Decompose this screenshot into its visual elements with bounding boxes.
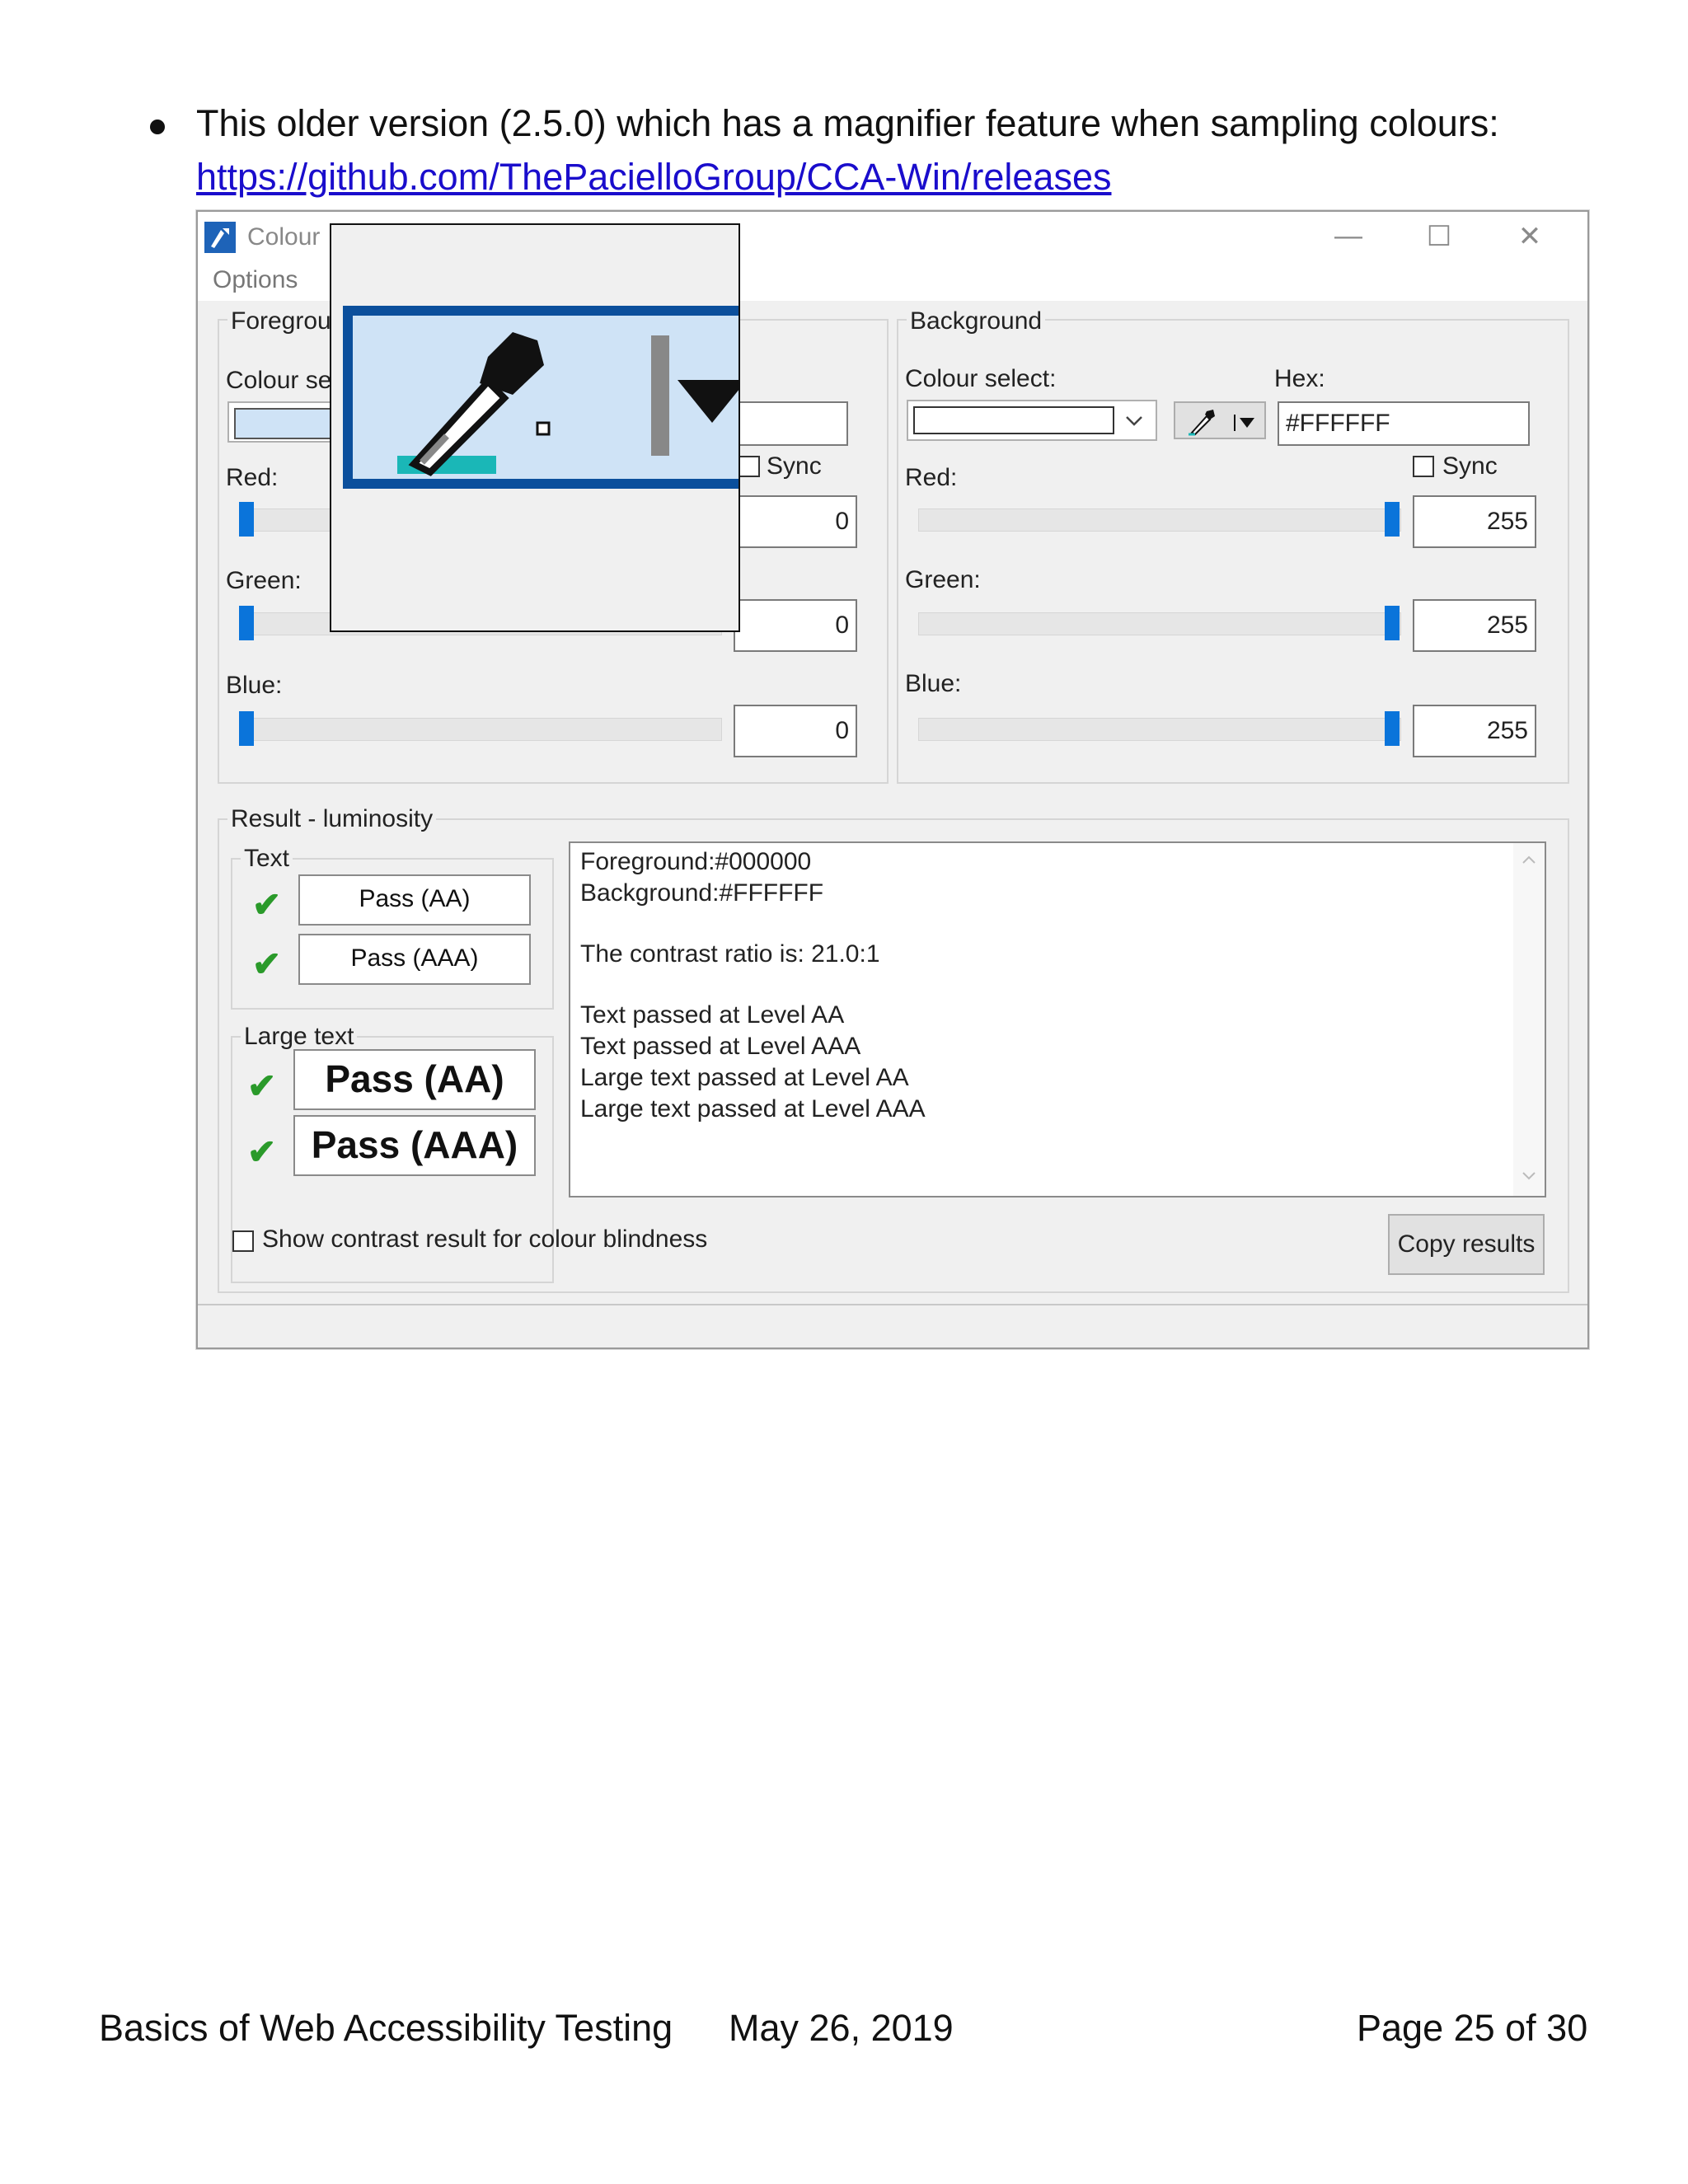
app-icon [204,222,236,253]
bg-red-input[interactable]: 255 [1413,495,1536,548]
background-group-title: Background [907,307,1046,335]
magnified-dropdown-arrow-icon [678,380,738,423]
foreground-group-title: Foregrou [227,307,335,335]
magnified-divider [651,335,669,456]
scroll-down-icon[interactable] [1522,1171,1536,1181]
bg-sync-label: Sync [1442,452,1498,480]
footer-title: Basics of Web Accessibility Testing [99,2007,673,2049]
fg-sync-checkbox[interactable] [738,456,760,477]
fg-red-slider-thumb[interactable] [239,502,254,537]
bg-blue-slider-track[interactable] [918,718,1401,741]
menu-options[interactable]: Options [213,266,298,294]
bullet-dot [150,120,165,134]
large-aaa-check-icon: ✔ [247,1132,277,1171]
window-bottom-edge [198,1304,1587,1347]
bg-colour-swatch [913,406,1114,434]
large-pass-aaa-box: Pass (AAA) [293,1115,536,1176]
copy-results-button[interactable]: Copy results [1388,1214,1545,1275]
releases-link[interactable]: https://github.com/ThePacielloGroup/CCA-… [196,154,1111,200]
fg-sync-label: Sync [767,452,822,480]
footer-date: May 26, 2019 [729,2007,954,2049]
fg-blue-input[interactable]: 0 [734,705,857,757]
bg-colour-select[interactable] [907,400,1157,441]
app-screenshot: Colour — ☐ ✕ Options Foregrou Colour se … [196,210,1589,1349]
fg-hex-input[interactable] [738,401,848,446]
fg-green-slider-thumb[interactable] [239,606,254,640]
scroll-up-icon[interactable] [1522,855,1536,865]
large-text-result-group-title: Large text [241,1023,358,1051]
footer-page-number: Page 25 of 30 [1357,2007,1588,2049]
result-textarea[interactable]: Foreground:#000000 Background:#FFFFFF Th… [569,841,1546,1197]
result-line-foreground: Foreground:#000000 [580,848,812,875]
bg-hex-label: Hex: [1274,365,1325,392]
magnified-eyedropper-icon [397,332,551,476]
bg-red-label: Red: [905,464,958,491]
fg-green-input[interactable]: 0 [734,599,857,652]
eyedropper-icon [1189,410,1215,436]
bg-sync-checkbox[interactable] [1413,456,1434,477]
magnifier-overlay [330,223,740,632]
fg-red-label: Red: [226,464,279,491]
bg-blue-input[interactable]: 255 [1413,705,1536,757]
large-pass-aa-box: Pass (AA) [293,1049,536,1110]
result-line-large-aa: Large text passed at Level AA [580,1064,909,1091]
text-aaa-check-icon: ✔ [252,944,282,983]
text-pass-aa-box: Pass (AA) [298,874,531,926]
fg-blue-slider-track[interactable] [239,718,722,741]
colour-blindness-label: Show contrast result for colour blindnes… [262,1226,708,1253]
fg-colour-select-label: Colour se [226,367,332,394]
fg-green-label: Green: [226,567,302,594]
bg-blue-slider-thumb[interactable] [1385,711,1400,746]
fg-red-input[interactable]: 0 [734,495,857,548]
intro-text: This older version (2.5.0) which has a m… [196,102,1499,144]
minimize-button[interactable]: — [1324,220,1373,252]
result-line-text-aaa: Text passed at Level AAA [580,1033,861,1060]
eyedropper-button[interactable] [1174,401,1266,439]
large-aa-check-icon: ✔ [247,1066,277,1105]
result-scrollbar[interactable] [1513,843,1545,1196]
text-aa-check-icon: ✔ [252,885,282,924]
bg-green-slider-track[interactable] [918,612,1401,635]
result-group-title: Result - luminosity [227,805,437,833]
fg-blue-slider-thumb[interactable] [239,711,254,746]
maximize-button[interactable]: ☐ [1414,220,1464,253]
bg-green-label: Green: [905,566,981,593]
window-title: Colour [247,223,321,251]
text-result-group-title: Text [241,845,293,873]
bg-red-slider-thumb[interactable] [1385,502,1400,537]
colour-blindness-checkbox[interactable] [232,1230,254,1252]
bg-colour-select-label: Colour select: [905,365,1057,392]
bg-hex-input[interactable]: #FFFFFF [1278,401,1530,446]
fg-blue-label: Blue: [226,672,283,699]
text-pass-aaa-box: Pass (AAA) [298,934,531,985]
result-line-text-aa: Text passed at Level AA [580,1001,845,1029]
result-line-background: Background:#FFFFFF [580,879,824,907]
result-line-large-aaa: Large text passed at Level AAA [580,1095,926,1122]
chevron-down-icon [1126,416,1142,426]
close-button[interactable]: ✕ [1505,220,1554,253]
bg-green-slider-thumb[interactable] [1385,606,1400,640]
bg-blue-label: Blue: [905,670,962,697]
dropdown-arrow-icon [1234,415,1254,431]
result-line-ratio: The contrast ratio is: 21.0:1 [580,940,880,968]
bg-green-input[interactable]: 255 [1413,599,1536,652]
bg-red-slider-track[interactable] [918,509,1401,532]
